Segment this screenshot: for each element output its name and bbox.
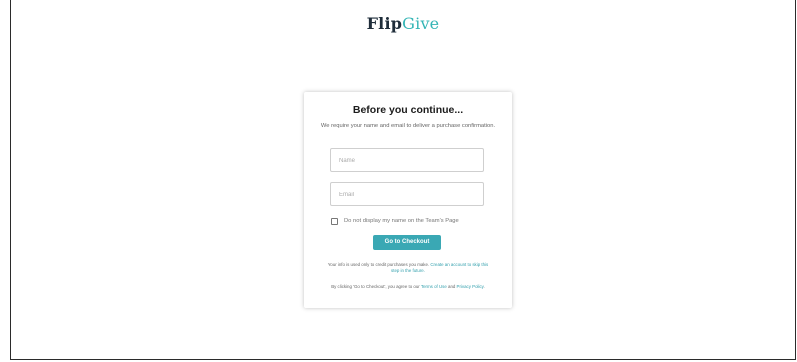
modal-subtitle: We require your name and email to delive… [320,123,496,129]
terms-and-text: and [446,284,457,289]
terms-end-text: . [483,284,485,289]
hide-name-option[interactable]: Do not display my name on the Team's Pag… [331,216,491,226]
terms-of-use-link[interactable]: Terms of Use [421,284,447,289]
hide-name-label: Do not display my name on the Team's Pag… [344,218,459,224]
continue-modal: Before you continue... We require your n… [304,92,512,308]
info-note: Your info is used only to credit purchas… [326,262,490,274]
logo-give-text: Give [402,14,440,33]
name-field [330,148,484,172]
email-field [330,182,484,206]
go-to-checkout-button[interactable]: Go to Checkout [373,235,441,250]
hide-name-checkbox[interactable] [331,217,338,225]
flipgive-logo[interactable]: FlipGive [11,14,795,33]
email-input[interactable] [331,184,483,206]
name-input[interactable] [331,150,483,172]
privacy-policy-link[interactable]: Privacy Policy [457,284,484,289]
info-note-text: Your info is used only to credit purchas… [327,262,431,267]
logo-flip-text: Flip [366,14,403,33]
terms-note-text: By clicking 'Go to Checkout', you agree … [331,284,421,289]
terms-note: By clicking 'Go to Checkout', you agree … [326,284,490,290]
modal-title: Before you continue... [352,104,464,116]
